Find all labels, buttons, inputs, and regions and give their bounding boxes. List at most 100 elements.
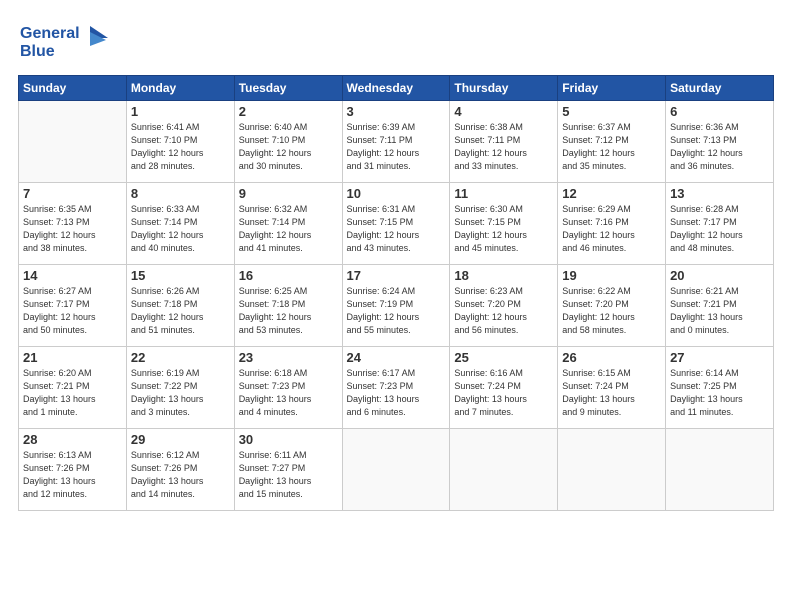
day-info: Sunrise: 6:23 AMSunset: 7:20 PMDaylight:… bbox=[454, 285, 553, 337]
svg-text:Blue: Blue bbox=[20, 43, 55, 60]
day-info: Sunrise: 6:15 AMSunset: 7:24 PMDaylight:… bbox=[562, 367, 661, 419]
logo-svg: General Blue bbox=[18, 18, 108, 62]
day-number: 6 bbox=[670, 104, 769, 119]
calendar-cell: 24 Sunrise: 6:17 AMSunset: 7:23 PMDayligh… bbox=[342, 347, 450, 429]
calendar-cell: 10 Sunrise: 6:31 AMSunset: 7:15 PMDayligh… bbox=[342, 183, 450, 265]
day-number: 7 bbox=[23, 186, 122, 201]
calendar-week-4: 21 Sunrise: 6:20 AMSunset: 7:21 PMDayligh… bbox=[19, 347, 774, 429]
day-info: Sunrise: 6:24 AMSunset: 7:19 PMDaylight:… bbox=[347, 285, 446, 337]
day-info: Sunrise: 6:37 AMSunset: 7:12 PMDaylight:… bbox=[562, 121, 661, 173]
day-number: 22 bbox=[131, 350, 230, 365]
day-info: Sunrise: 6:40 AMSunset: 7:10 PMDaylight:… bbox=[239, 121, 338, 173]
calendar-cell bbox=[666, 429, 774, 511]
day-info: Sunrise: 6:35 AMSunset: 7:13 PMDaylight:… bbox=[23, 203, 122, 255]
day-info: Sunrise: 6:18 AMSunset: 7:23 PMDaylight:… bbox=[239, 367, 338, 419]
day-number: 12 bbox=[562, 186, 661, 201]
calendar-cell: 30 Sunrise: 6:11 AMSunset: 7:27 PMDayligh… bbox=[234, 429, 342, 511]
calendar-cell bbox=[558, 429, 666, 511]
calendar-week-2: 7 Sunrise: 6:35 AMSunset: 7:13 PMDaylight… bbox=[19, 183, 774, 265]
day-info: Sunrise: 6:20 AMSunset: 7:21 PMDaylight:… bbox=[23, 367, 122, 419]
calendar-header-friday: Friday bbox=[558, 76, 666, 101]
calendar-week-5: 28 Sunrise: 6:13 AMSunset: 7:26 PMDayligh… bbox=[19, 429, 774, 511]
day-number: 23 bbox=[239, 350, 338, 365]
day-number: 29 bbox=[131, 432, 230, 447]
day-number: 21 bbox=[23, 350, 122, 365]
day-number: 26 bbox=[562, 350, 661, 365]
day-info: Sunrise: 6:14 AMSunset: 7:25 PMDaylight:… bbox=[670, 367, 769, 419]
day-number: 16 bbox=[239, 268, 338, 283]
day-info: Sunrise: 6:12 AMSunset: 7:26 PMDaylight:… bbox=[131, 449, 230, 501]
day-info: Sunrise: 6:19 AMSunset: 7:22 PMDaylight:… bbox=[131, 367, 230, 419]
calendar-cell: 9 Sunrise: 6:32 AMSunset: 7:14 PMDaylight… bbox=[234, 183, 342, 265]
calendar-week-3: 14 Sunrise: 6:27 AMSunset: 7:17 PMDayligh… bbox=[19, 265, 774, 347]
day-number: 14 bbox=[23, 268, 122, 283]
calendar-cell: 5 Sunrise: 6:37 AMSunset: 7:12 PMDaylight… bbox=[558, 101, 666, 183]
calendar-cell: 14 Sunrise: 6:27 AMSunset: 7:17 PMDayligh… bbox=[19, 265, 127, 347]
calendar-cell bbox=[19, 101, 127, 183]
day-number: 18 bbox=[454, 268, 553, 283]
calendar-cell: 7 Sunrise: 6:35 AMSunset: 7:13 PMDaylight… bbox=[19, 183, 127, 265]
calendar-cell: 26 Sunrise: 6:15 AMSunset: 7:24 PMDayligh… bbox=[558, 347, 666, 429]
day-info: Sunrise: 6:11 AMSunset: 7:27 PMDaylight:… bbox=[239, 449, 338, 501]
day-number: 11 bbox=[454, 186, 553, 201]
calendar-header-saturday: Saturday bbox=[666, 76, 774, 101]
day-info: Sunrise: 6:22 AMSunset: 7:20 PMDaylight:… bbox=[562, 285, 661, 337]
day-info: Sunrise: 6:26 AMSunset: 7:18 PMDaylight:… bbox=[131, 285, 230, 337]
day-number: 8 bbox=[131, 186, 230, 201]
page: General Blue SundayMondayTuesdayWednesda… bbox=[0, 0, 792, 612]
calendar-cell: 11 Sunrise: 6:30 AMSunset: 7:15 PMDayligh… bbox=[450, 183, 558, 265]
calendar-header-row: SundayMondayTuesdayWednesdayThursdayFrid… bbox=[19, 76, 774, 101]
day-info: Sunrise: 6:21 AMSunset: 7:21 PMDaylight:… bbox=[670, 285, 769, 337]
svg-text:General: General bbox=[20, 25, 80, 42]
day-number: 15 bbox=[131, 268, 230, 283]
calendar-cell: 21 Sunrise: 6:20 AMSunset: 7:21 PMDayligh… bbox=[19, 347, 127, 429]
day-info: Sunrise: 6:30 AMSunset: 7:15 PMDaylight:… bbox=[454, 203, 553, 255]
day-number: 30 bbox=[239, 432, 338, 447]
calendar-header-monday: Monday bbox=[126, 76, 234, 101]
calendar-header-tuesday: Tuesday bbox=[234, 76, 342, 101]
day-number: 5 bbox=[562, 104, 661, 119]
day-number: 17 bbox=[347, 268, 446, 283]
day-info: Sunrise: 6:41 AMSunset: 7:10 PMDaylight:… bbox=[131, 121, 230, 173]
day-number: 9 bbox=[239, 186, 338, 201]
calendar-cell: 23 Sunrise: 6:18 AMSunset: 7:23 PMDayligh… bbox=[234, 347, 342, 429]
calendar-cell bbox=[450, 429, 558, 511]
day-number: 28 bbox=[23, 432, 122, 447]
calendar-cell: 12Sunrise: 6:29 AMSunset: 7:16 PMDayligh… bbox=[558, 183, 666, 265]
calendar-table: SundayMondayTuesdayWednesdayThursdayFrid… bbox=[18, 75, 774, 511]
calendar-cell: 8 Sunrise: 6:33 AMSunset: 7:14 PMDaylight… bbox=[126, 183, 234, 265]
day-info: Sunrise: 6:16 AMSunset: 7:24 PMDaylight:… bbox=[454, 367, 553, 419]
calendar-header-thursday: Thursday bbox=[450, 76, 558, 101]
calendar-cell bbox=[342, 429, 450, 511]
day-number: 24 bbox=[347, 350, 446, 365]
calendar-cell: 3 Sunrise: 6:39 AMSunset: 7:11 PMDaylight… bbox=[342, 101, 450, 183]
calendar-header-wednesday: Wednesday bbox=[342, 76, 450, 101]
day-number: 27 bbox=[670, 350, 769, 365]
day-number: 4 bbox=[454, 104, 553, 119]
day-number: 13 bbox=[670, 186, 769, 201]
day-info: Sunrise: 6:39 AMSunset: 7:11 PMDaylight:… bbox=[347, 121, 446, 173]
day-info: Sunrise: 6:27 AMSunset: 7:17 PMDaylight:… bbox=[23, 285, 122, 337]
day-info: Sunrise: 6:17 AMSunset: 7:23 PMDaylight:… bbox=[347, 367, 446, 419]
day-number: 3 bbox=[347, 104, 446, 119]
day-info: Sunrise: 6:33 AMSunset: 7:14 PMDaylight:… bbox=[131, 203, 230, 255]
calendar-week-1: 1Sunrise: 6:41 AMSunset: 7:10 PMDaylight… bbox=[19, 101, 774, 183]
calendar-cell: 22 Sunrise: 6:19 AMSunset: 7:22 PMDayligh… bbox=[126, 347, 234, 429]
day-info: Sunrise: 6:32 AMSunset: 7:14 PMDaylight:… bbox=[239, 203, 338, 255]
calendar-cell: 29 Sunrise: 6:12 AMSunset: 7:26 PMDayligh… bbox=[126, 429, 234, 511]
day-info: Sunrise: 6:31 AMSunset: 7:15 PMDaylight:… bbox=[347, 203, 446, 255]
calendar-cell: 18 Sunrise: 6:23 AMSunset: 7:20 PMDayligh… bbox=[450, 265, 558, 347]
day-number: 20 bbox=[670, 268, 769, 283]
day-info: Sunrise: 6:38 AMSunset: 7:11 PMDaylight:… bbox=[454, 121, 553, 173]
calendar-header-sunday: Sunday bbox=[19, 76, 127, 101]
day-number: 19 bbox=[562, 268, 661, 283]
calendar-cell: 4 Sunrise: 6:38 AMSunset: 7:11 PMDaylight… bbox=[450, 101, 558, 183]
day-info: Sunrise: 6:13 AMSunset: 7:26 PMDaylight:… bbox=[23, 449, 122, 501]
calendar-cell: 28 Sunrise: 6:13 AMSunset: 7:26 PMDayligh… bbox=[19, 429, 127, 511]
calendar-cell: 1Sunrise: 6:41 AMSunset: 7:10 PMDaylight… bbox=[126, 101, 234, 183]
logo: General Blue bbox=[18, 18, 108, 67]
calendar-cell: 2 Sunrise: 6:40 AMSunset: 7:10 PMDaylight… bbox=[234, 101, 342, 183]
calendar-cell: 19 Sunrise: 6:22 AMSunset: 7:20 PMDayligh… bbox=[558, 265, 666, 347]
day-number: 10 bbox=[347, 186, 446, 201]
day-number: 2 bbox=[239, 104, 338, 119]
